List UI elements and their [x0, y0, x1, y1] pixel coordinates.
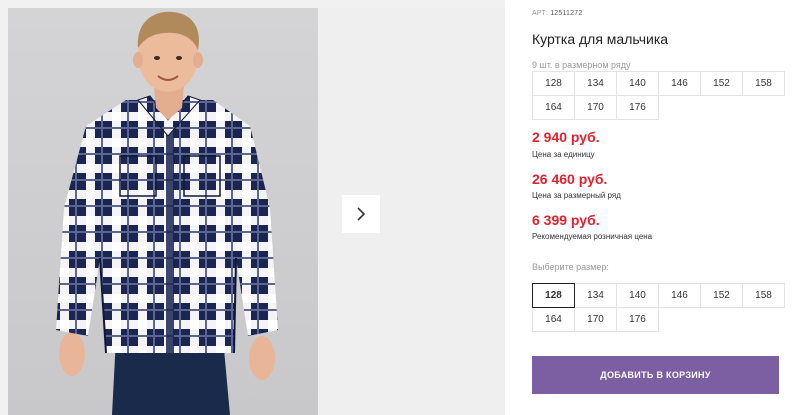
series-size: 134	[574, 71, 617, 96]
next-photo-button[interactable]	[342, 195, 380, 233]
series-note: 9 шт. в размерном ряду	[532, 60, 631, 70]
series-size-grid: 128 134 140 146 152 158 164 170 176	[532, 71, 785, 120]
size-option[interactable]: 158	[742, 283, 785, 308]
unit-price: 2 940 руб.	[532, 129, 600, 145]
product-title: Куртка для мальчика	[532, 31, 669, 47]
series-size: 170	[574, 95, 617, 120]
boy-in-plaid-jacket-image	[8, 8, 318, 415]
size-option[interactable]: 164	[532, 307, 575, 332]
size-option[interactable]: 140	[616, 283, 659, 308]
product-info-panel: АРТ: 12511272 Куртка для мальчика 9 шт. …	[532, 0, 800, 415]
sku: АРТ: 12511272	[532, 10, 582, 17]
series-size: 164	[532, 95, 575, 120]
series-price: 26 460 руб.	[532, 171, 608, 187]
sku-value: 12511272	[550, 10, 583, 17]
series-size: 128	[532, 71, 575, 96]
series-size: 140	[616, 71, 659, 96]
size-option[interactable]: 146	[658, 283, 701, 308]
series-price-label: Цена за размерный ряд	[532, 191, 621, 200]
product-gallery	[0, 0, 505, 415]
retail-price-label: Рекомендуемая розничная цена	[532, 232, 653, 241]
size-option[interactable]: 176	[616, 307, 659, 332]
size-option[interactable]: 170	[574, 307, 617, 332]
series-size: 176	[616, 95, 659, 120]
product-photo[interactable]	[8, 8, 318, 415]
series-size: 158	[742, 71, 785, 96]
series-size: 152	[700, 71, 743, 96]
size-option[interactable]: 152	[700, 283, 743, 308]
size-option-selected[interactable]: 128	[532, 283, 575, 308]
sku-label: АРТ:	[532, 10, 549, 17]
series-size: 146	[658, 71, 701, 96]
size-selector: 128 134 140 146 152 158 164 170 176	[532, 283, 785, 332]
choose-size-label: Выберите размер:	[532, 262, 609, 272]
chevron-right-icon	[357, 207, 366, 221]
size-option[interactable]: 134	[574, 283, 617, 308]
retail-price: 6 399 руб.	[532, 212, 600, 228]
unit-price-label: Цена за единицу	[532, 150, 595, 159]
add-to-cart-button[interactable]: ДОБАВИТЬ В КОРЗИНУ	[532, 356, 779, 394]
